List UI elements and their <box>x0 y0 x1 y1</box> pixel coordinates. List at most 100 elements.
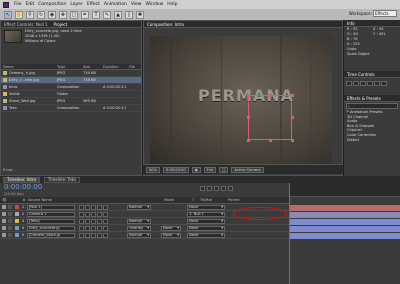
effect-switch[interactable] <box>97 225 102 231</box>
mode-dropdown[interactable]: Normal ▾ <box>127 204 151 210</box>
trkmat-dropdown[interactable]: None ▾ <box>161 232 181 238</box>
shy-switch[interactable] <box>79 204 84 210</box>
effect-switch[interactable] <box>97 204 102 210</box>
3d-layer-switch[interactable] <box>103 232 108 238</box>
visibility-eye-icon[interactable] <box>2 212 6 216</box>
3d-layer-switch[interactable] <box>103 204 108 210</box>
frame-blending-icon[interactable] <box>221 186 226 191</box>
first-frame-icon[interactable] <box>346 81 352 86</box>
tab-effect-controls[interactable]: Effect Controls: Null 1 <box>4 22 48 27</box>
transform-handle[interactable] <box>291 139 294 142</box>
rectangle-mask-tool-icon[interactable]: □ <box>70 10 78 19</box>
3d-layer-switch[interactable] <box>103 218 108 224</box>
current-time-indicator[interactable] <box>289 183 290 284</box>
project-row[interactable]: Stone_Wall.jpg JPEG 589 KB <box>1 98 141 105</box>
col-source-name[interactable]: Source Name <box>28 198 84 202</box>
parent-dropdown[interactable]: 1. Null 1 ▾ <box>187 211 225 217</box>
tab-timeline-teks[interactable]: Timeline: Teks <box>43 176 81 183</box>
menu-file[interactable]: File <box>14 2 22 7</box>
quality-switch[interactable] <box>91 232 96 238</box>
shy-switch[interactable] <box>79 232 84 238</box>
pan-behind-tool-icon[interactable]: ✥ <box>59 10 67 19</box>
layer-source-name[interactable]: [Cement_block.jp <box>27 232 75 238</box>
effect-switch[interactable] <box>97 232 102 238</box>
timeline-timecode[interactable]: 0:00:00:00 <box>4 183 42 191</box>
col-file[interactable]: File <box>129 65 135 69</box>
layer-source-name[interactable]: Camera 1 <box>27 211 75 217</box>
effect-category[interactable]: Distort <box>344 138 400 143</box>
workspace-select[interactable]: Effects <box>373 10 397 17</box>
rotate-tool-icon[interactable]: ↻ <box>37 10 45 19</box>
col-duration[interactable]: Duration <box>103 65 129 69</box>
project-row[interactable]: Intro Composition Δ 0:00:20:11 <box>1 84 141 91</box>
col-trkmat[interactable]: TrkMat <box>200 198 228 202</box>
lock-icon[interactable] <box>8 219 12 223</box>
play-icon[interactable] <box>360 81 366 86</box>
collapse-switch[interactable] <box>85 211 90 217</box>
tab-time-controls[interactable]: Time Controls <box>347 72 375 77</box>
quality-switch[interactable] <box>91 218 96 224</box>
transform-handle[interactable] <box>269 139 272 142</box>
mode-dropdown[interactable]: Overlay ▾ <box>127 225 151 231</box>
layer-duration-bar[interactable] <box>290 211 400 218</box>
menu-help[interactable]: Help <box>167 2 177 7</box>
quality-switch[interactable] <box>91 225 96 231</box>
composition-viewer[interactable]: PERMANA <box>150 36 332 164</box>
project-row[interactable]: Solids Folder <box>1 91 141 98</box>
puppet-tool-icon[interactable]: ✱ <box>136 10 144 19</box>
transform-handle[interactable] <box>291 116 294 119</box>
quality-switch[interactable] <box>91 211 96 217</box>
snapshot-icon[interactable]: ◉ <box>191 166 201 173</box>
col-mode[interactable]: Mode <box>164 198 192 202</box>
3d-layer-switch[interactable] <box>103 211 108 217</box>
collapse-switch[interactable] <box>85 204 90 210</box>
orbit-camera-tool-icon[interactable]: ◉ <box>48 10 56 19</box>
visibility-eye-icon[interactable] <box>2 219 6 223</box>
region-of-interest-icon[interactable]: □ <box>218 166 229 173</box>
menu-effect[interactable]: Effect <box>87 2 100 7</box>
transform-handle[interactable] <box>247 94 250 97</box>
layer-duration-bar[interactable] <box>290 232 400 239</box>
shy-switch[interactable] <box>79 225 84 231</box>
graph-editor-icon[interactable] <box>228 186 233 191</box>
parent-dropdown[interactable]: None ▾ <box>187 232 225 238</box>
timeline-layer-row[interactable]: 4 Dirty_concrete.jp Overlay ▾ None ▾ None ▾ <box>0 225 290 232</box>
collapse-switch[interactable] <box>85 225 90 231</box>
zoom-tool-icon[interactable]: ⚲ <box>26 10 34 19</box>
eraser-tool-icon[interactable]: ▯ <box>125 10 133 19</box>
project-row[interactable]: Cement_ k.jpg JPEG 730 KB <box>1 70 141 77</box>
transform-handle[interactable] <box>291 94 294 97</box>
col-size[interactable]: Size <box>83 65 103 69</box>
effects-search-input[interactable]: ⌕ <box>346 103 398 109</box>
trkmat-dropdown[interactable]: None ▾ <box>161 225 181 231</box>
parent-dropdown[interactable]: None ▾ <box>187 225 225 231</box>
time-ruler[interactable] <box>290 183 400 197</box>
tab-info[interactable]: Info <box>347 21 355 26</box>
shy-switch[interactable] <box>79 211 84 217</box>
selection-tool-icon[interactable]: ↖ <box>4 10 12 19</box>
bit-depth[interactable]: 8 bpc <box>3 168 13 172</box>
resolution-select[interactable]: Full <box>203 166 216 173</box>
hand-tool-icon[interactable]: ✋ <box>15 10 23 19</box>
collapse-switch[interactable] <box>85 232 90 238</box>
menu-edit[interactable]: Edit <box>26 2 35 7</box>
collapse-switch[interactable] <box>85 218 90 224</box>
project-row[interactable]: Teks Composition Δ 0:00:20:11 <box>1 105 141 112</box>
lock-icon[interactable] <box>8 212 12 216</box>
effect-switch[interactable] <box>97 218 102 224</box>
col-parent[interactable]: Parent <box>228 198 240 202</box>
last-frame-icon[interactable] <box>374 81 380 86</box>
menu-layer[interactable]: Layer <box>70 2 83 7</box>
visibility-eye-icon[interactable] <box>2 233 6 237</box>
parent-dropdown[interactable]: None ▾ <box>187 218 225 224</box>
ram-preview-icon[interactable] <box>381 81 387 86</box>
menu-animation[interactable]: Animation <box>104 2 127 7</box>
effect-switch[interactable] <box>97 211 102 217</box>
lock-icon[interactable] <box>8 205 12 209</box>
null-object-bounding-box[interactable] <box>248 95 292 140</box>
transform-handle[interactable] <box>269 94 272 97</box>
transform-handle[interactable] <box>247 116 250 119</box>
menu-view[interactable]: View <box>131 2 142 7</box>
shy-switch[interactable] <box>79 218 84 224</box>
col-type[interactable]: Type <box>57 65 83 69</box>
